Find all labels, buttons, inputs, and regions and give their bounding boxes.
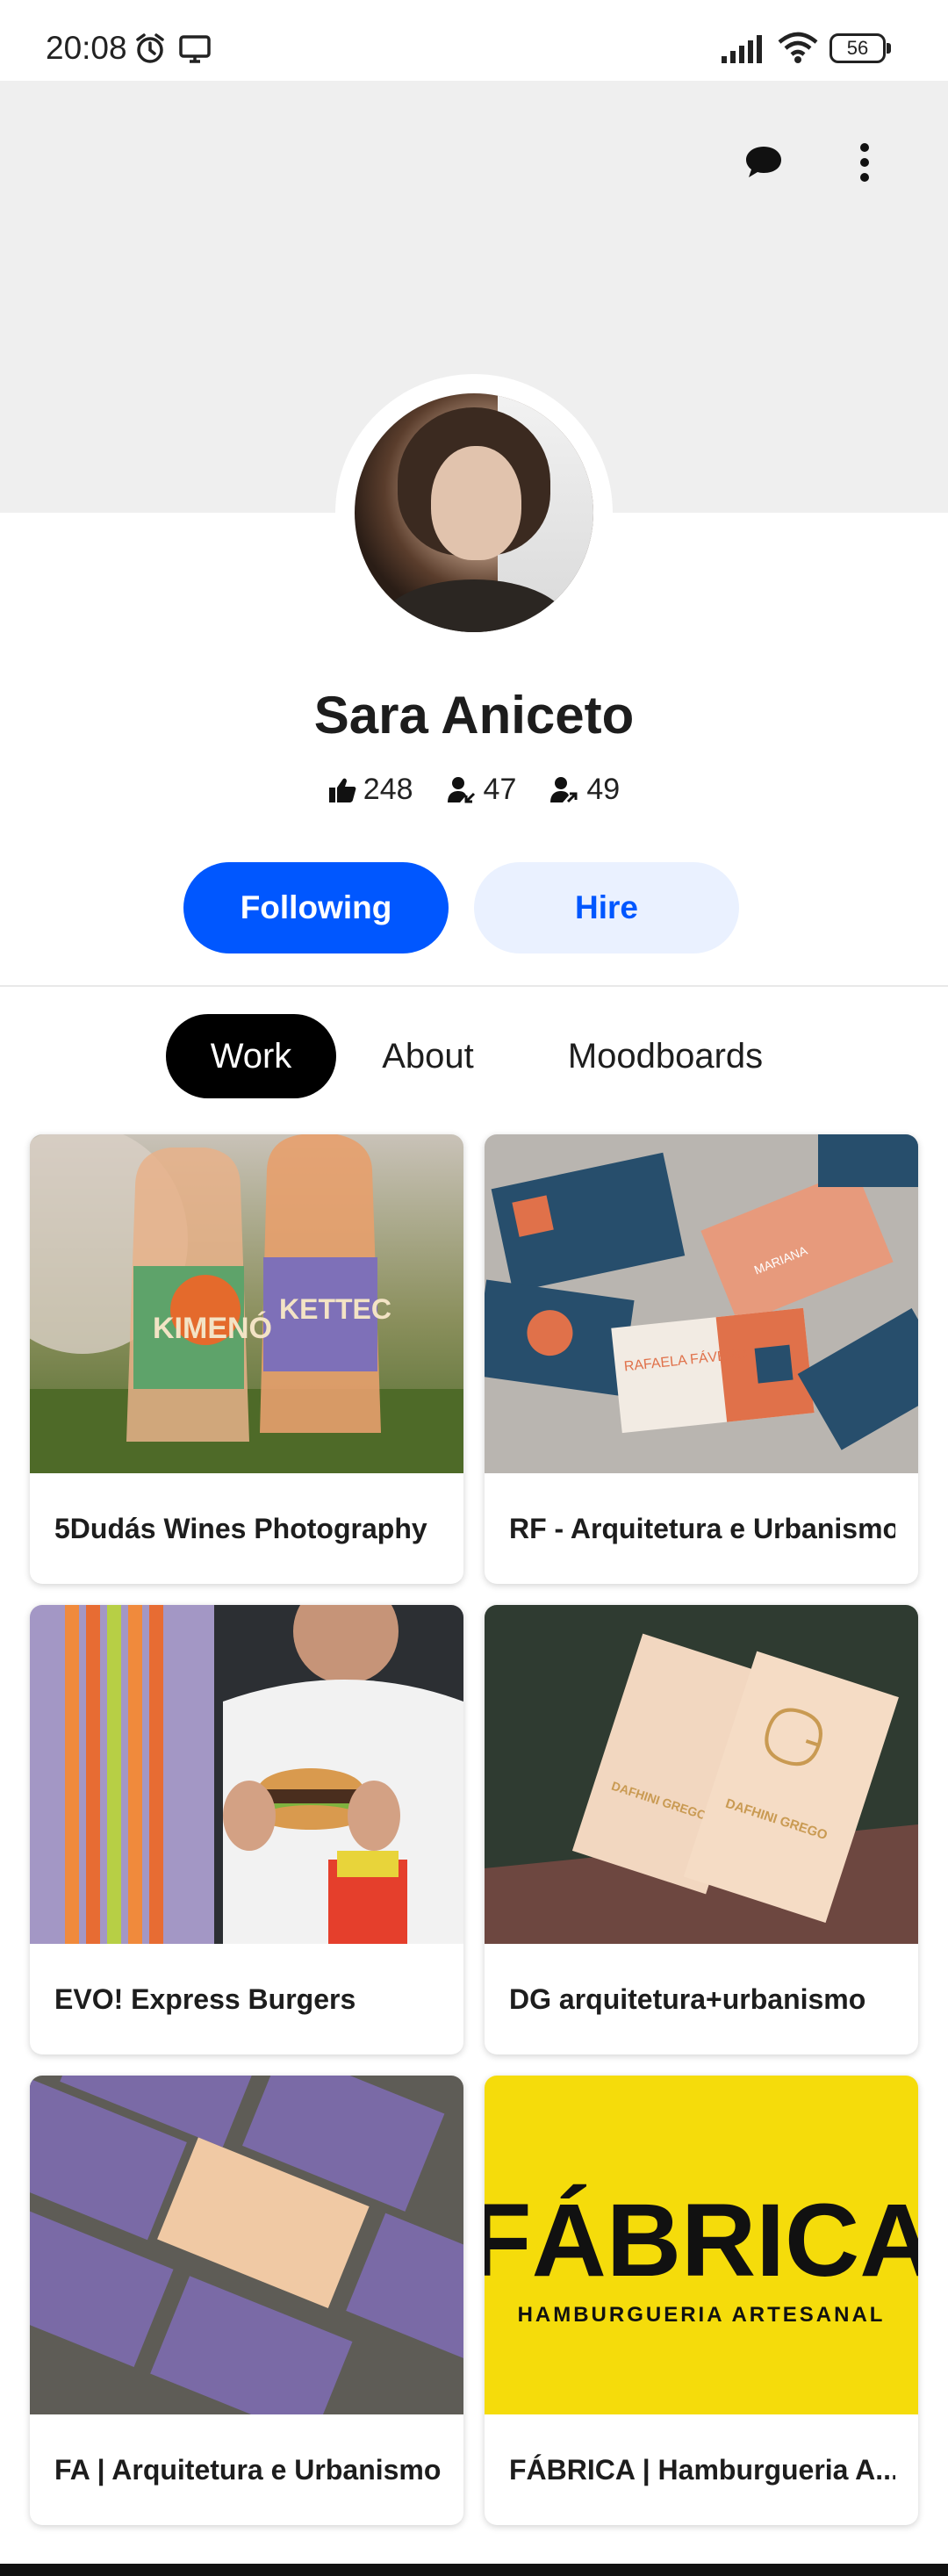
divider (0, 985, 948, 987)
thumbs-up-icon (328, 778, 356, 802)
project-title: EVO! Express Burgers (54, 1982, 356, 2015)
project-title: RF - Arquitetura e Urbanismo (509, 1512, 895, 1544)
profile-tabs: Work About Moodboards (0, 1014, 948, 1098)
fabrica-subtitle: HAMBURGUERIA ARTESANAL (518, 2303, 886, 2327)
following-icon (550, 776, 578, 802)
tab-about[interactable]: About (360, 1014, 496, 1098)
screen-cast-icon (179, 35, 211, 68)
following-button[interactable]: Following (183, 862, 449, 953)
profile-stats: 248 47 49 (0, 773, 948, 807)
project-title: FÁBRICA | Hamburgueria A... (509, 2453, 895, 2486)
project-card[interactable]: EVO! Express Burgers (30, 1605, 463, 2054)
project-title: 5Dudás Wines Photography (54, 1512, 427, 1544)
project-card[interactable]: FA | Arquitetura e Urbanismo (30, 2076, 463, 2525)
project-card[interactable]: MARIANA RAFAELA FÁVERO RF - Arquitetura … (485, 1134, 918, 1584)
chat-bubble-icon (746, 147, 781, 177)
appreciations-stat: 248 (328, 773, 413, 807)
alarm-icon (133, 32, 167, 69)
project-thumbnail-burger (30, 1605, 463, 1944)
tab-moodboards[interactable]: Moodboards (544, 1014, 786, 1098)
profile-name: Sara Aniceto (313, 686, 635, 745)
project-card[interactable]: KIMENÓ KETTEC 5Dudás Wines Photography (30, 1134, 463, 1584)
fabrica-logo-text: FÁBRICA (485, 2183, 918, 2299)
followers-count: 47 (483, 773, 517, 806)
project-thumbnail-business-cards: MARIANA RAFAELA FÁVERO (485, 1134, 918, 1473)
status-bar: 20:08 56 (0, 0, 948, 81)
bottle-label-left: KIMENÓ (153, 1312, 272, 1345)
wifi-icon (776, 32, 820, 69)
project-thumbnail-fa-cards (30, 2076, 463, 2414)
tab-work[interactable]: Work (166, 1014, 336, 1098)
project-thumbnail-fabrica-logo: FÁBRICA HAMBURGUERIA ARTESANAL (485, 2076, 918, 2414)
navigation-edge (0, 2564, 948, 2576)
project-title: FA | Arquitetura e Urbanismo (54, 2453, 441, 2486)
battery-icon: 56 (830, 33, 891, 63)
followers-stat[interactable]: 47 (447, 773, 517, 807)
status-time: 20:08 (46, 30, 127, 66)
project-card[interactable]: DAFHINI GREGO DAFHINI GREGO DG arquitetu… (485, 1605, 918, 2054)
following-stat[interactable]: 49 (549, 773, 620, 807)
bottle-label-right: KETTEC (279, 1293, 391, 1325)
hire-button[interactable]: Hire (474, 862, 739, 953)
project-title: DG arquitetura+urbanismo (509, 1982, 866, 2015)
more-options-button[interactable] (834, 132, 895, 193)
battery-level: 56 (846, 37, 869, 59)
following-count: 49 (586, 773, 621, 806)
project-thumbnail-dg-cards: DAFHINI GREGO DAFHINI GREGO (485, 1605, 918, 1944)
appreciations-count: 248 (363, 773, 413, 806)
project-card[interactable]: FÁBRICA HAMBURGUERIA ARTESANAL FÁBRICA |… (485, 2076, 918, 2525)
more-vertical-icon (860, 143, 869, 182)
message-button[interactable] (733, 132, 794, 193)
project-thumbnail-wine-bottles: KIMENÓ KETTEC (30, 1134, 463, 1473)
signal-icon (722, 35, 765, 68)
followers-icon (447, 776, 475, 802)
avatar[interactable] (355, 393, 593, 632)
